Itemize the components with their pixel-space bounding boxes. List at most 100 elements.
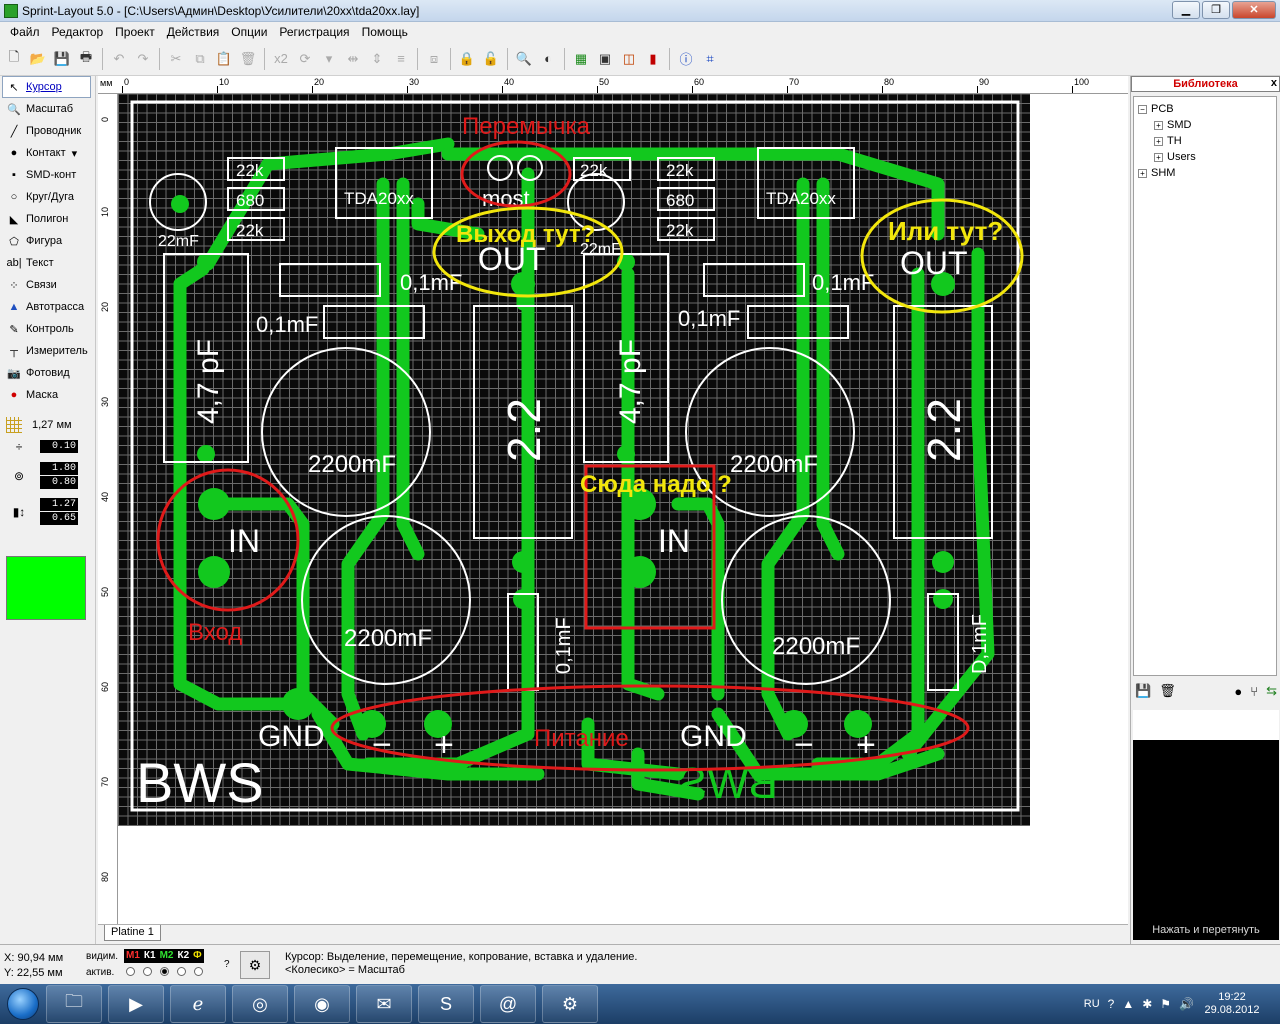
tool-circle[interactable]: ○ Круг/Дуга [0,186,95,208]
smd-height-value[interactable]: 0.65 [40,512,78,525]
delete-icon[interactable]: 🗑 [237,48,259,70]
lock-icon[interactable]: 🔒 [456,48,478,70]
layer-toggle[interactable]: М2 [158,949,176,963]
expander-icon[interactable]: + [1154,120,1163,130]
skype-like-icon[interactable]: ◎ [232,985,288,1023]
macro-icon[interactable]: ▮ [642,48,664,70]
tool-autoroute[interactable]: ▲ Автотрасса [0,296,95,318]
menu-editor[interactable]: Редактор [46,25,110,39]
skype-icon[interactable]: S [418,985,474,1023]
pad-inner-value[interactable]: 0.80 [40,476,78,489]
pad-size-param[interactable]: ⊚ 1.80 0.80 [0,460,95,492]
radio-f[interactable] [194,967,203,976]
tool-ruler[interactable]: ┬ Измеритель [0,340,95,362]
grid-selector[interactable]: 1,27 мм [0,416,95,434]
library-preview[interactable]: Нажать и перетянуть [1133,740,1279,940]
menu-project[interactable]: Проект [109,25,161,39]
pad-outer-value[interactable]: 1.80 [40,462,78,475]
undo-icon[interactable]: ↶ [108,48,130,70]
tool-cursor[interactable]: ↖ Курсор [2,76,91,98]
expander-icon[interactable]: + [1138,168,1147,178]
new-file-icon[interactable]: 🗋 [3,48,25,70]
tree-node[interactable]: + Users [1134,149,1276,165]
smd-size-param[interactable]: ▮↕ 1.27 0.65 [0,496,95,528]
maximize-button[interactable]: ❐ [1202,1,1230,19]
copy-icon[interactable]: ⧉ [189,48,211,70]
layer-toggle[interactable]: К2 [175,949,191,963]
sprint-layout-icon[interactable]: ⚙ [542,985,598,1023]
library-close-button[interactable]: x [1271,77,1277,89]
layer-help[interactable]: ? [224,959,230,970]
delete-icon[interactable]: 🗑 [1159,683,1176,699]
unlock-icon[interactable]: 🔓 [480,48,502,70]
save-icon[interactable]: 💾 [51,48,73,70]
layer-toggle[interactable]: Ф [191,949,204,963]
tree-node[interactable]: + SHM [1134,165,1276,181]
active-layer-color[interactable] [6,556,86,620]
bluetooth-icon[interactable]: ✱ [1142,997,1152,1011]
plug-icon[interactable]: ⚙ [240,951,270,979]
tree-node[interactable]: − PCB [1134,101,1276,117]
tool-text[interactable]: ab| Текст [0,252,95,274]
transparency-icon[interactable]: ◐ [537,48,559,70]
pcb-workspace[interactable]: 22k 680 22k 22k 22k 680 22k TDA20xx TDA2… [118,94,1128,924]
drc-check-icon[interactable]: ◫ [618,48,640,70]
tool-mask[interactable]: ● Маска [0,384,95,406]
radio-k2[interactable] [177,967,186,976]
tool-track[interactable]: ╱ Проводник [0,120,95,142]
radio-m2[interactable] [160,967,169,976]
info-icon[interactable]: ⓘ [675,48,697,70]
tool-check[interactable]: ✎ Контроль [0,318,95,340]
menu-options[interactable]: Опции [225,25,273,39]
tool-magnifier[interactable]: 🔍 Масштаб [0,98,95,120]
align-icon[interactable]: ≡ [390,48,412,70]
save-icon[interactable]: 💾 [1135,683,1151,699]
radio-k1[interactable] [143,967,152,976]
explorer-icon[interactable]: 🗀 [46,985,102,1023]
outlook-icon[interactable]: ✉ [356,985,412,1023]
chrome-icon[interactable]: ◉ [294,985,350,1023]
tool-smd-pad[interactable]: ▪ SMD-конт [0,164,95,186]
rotate-menu-icon[interactable]: ▾ [318,48,340,70]
pcb-board[interactable]: 22k 680 22k 22k 22k 680 22k TDA20xx TDA2… [118,94,1030,826]
track-width-param[interactable]: ÷ 0.10 [0,438,95,456]
menu-registration[interactable]: Регистрация [273,25,355,39]
refresh-icon[interactable]: ⇆ [1266,683,1277,699]
help-tray-icon[interactable]: ? [1108,997,1115,1011]
drc-board-icon[interactable]: ▦ [570,48,592,70]
tool-shape[interactable]: ⬠ Фигура [0,230,95,252]
minimize-button[interactable]: ▁ [1172,1,1200,19]
tool-pad[interactable]: ● Контакт ▾ [0,142,95,164]
record-icon[interactable]: ● [1234,684,1242,699]
ie-icon[interactable]: ℯ [170,985,226,1023]
cut-icon[interactable]: ✂ [165,48,187,70]
mirror-v-icon[interactable]: ⇕ [366,48,388,70]
volume-icon[interactable]: 🔊 [1179,997,1194,1011]
layer-toggle[interactable]: К1 [142,949,158,963]
duplicate-button[interactable]: x2 [270,48,292,70]
tool-connections[interactable]: ⁘ Связи [0,274,95,296]
tab-platine-1[interactable]: Platine 1 [104,925,161,941]
language-indicator[interactable]: RU [1084,998,1100,1010]
group-icon[interactable]: ⧈ [423,48,445,70]
tree-icon[interactable]: ⑂ [1250,684,1258,699]
tree-node[interactable]: + SMD [1134,117,1276,133]
radio-m1[interactable] [126,967,135,976]
menu-actions[interactable]: Действия [161,25,226,39]
paste-icon[interactable]: 📋 [213,48,235,70]
track-width-value[interactable]: 0.10 [40,440,78,453]
menu-file[interactable]: Файл [4,25,46,39]
smd-width-value[interactable]: 1.27 [40,498,78,511]
print-icon[interactable]: 🖶 [75,48,97,70]
layer-toggle[interactable]: М1 [124,949,142,963]
expander-icon[interactable]: + [1154,136,1163,146]
pad-dropdown-icon[interactable]: ▾ [72,147,78,160]
expander-icon[interactable]: − [1138,104,1147,114]
redo-icon[interactable]: ↷ [132,48,154,70]
start-button[interactable] [0,984,46,1024]
media-player-icon[interactable]: ▶ [108,985,164,1023]
show-hidden-icon[interactable]: ▲ [1122,997,1134,1011]
menu-help[interactable]: Помощь [356,25,414,39]
clock[interactable]: 19:22 29.08.2012 [1202,991,1262,1017]
rotate-icon[interactable]: ⟳ [294,48,316,70]
